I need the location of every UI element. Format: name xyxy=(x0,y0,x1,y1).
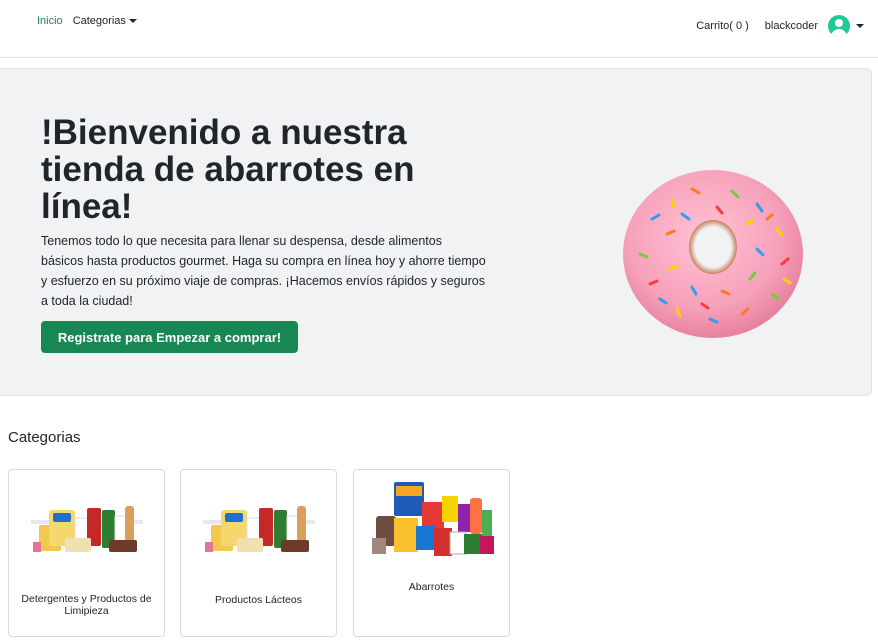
hero-banner: !Bienvenido a nuestra tienda de abarrote… xyxy=(0,68,872,396)
dairy-products-image xyxy=(203,506,315,552)
category-label: Abarrotes xyxy=(408,581,455,593)
category-label: Productos Lácteos xyxy=(215,594,302,606)
chevron-down-icon xyxy=(128,19,137,23)
nav-right: Carrito( 0 ) blackcoder xyxy=(696,15,864,37)
categories-title: Categorias xyxy=(8,429,81,446)
groceries-image xyxy=(372,482,494,556)
nav-left: Inicio Categorias xyxy=(37,15,137,27)
user-avatar-icon[interactable] xyxy=(828,15,850,37)
donut-image xyxy=(623,170,803,338)
dairy-products-image xyxy=(31,506,143,552)
register-button[interactable]: Registrate para Empezar a comprar! xyxy=(41,321,298,353)
category-label: Detergentes y Productos de Limipieza xyxy=(21,593,152,617)
nav-categories-dropdown[interactable]: Categorias xyxy=(73,15,137,27)
nav-categories-label: Categorias xyxy=(72,15,126,27)
user-menu-chevron-icon[interactable] xyxy=(856,24,864,28)
category-card[interactable]: Abarrotes xyxy=(353,469,510,637)
user-name[interactable]: blackcoder xyxy=(765,20,818,32)
navbar: Inicio Categorias Carrito( 0 ) blackcode… xyxy=(0,0,878,58)
category-card[interactable]: Detergentes y Productos de Limipieza xyxy=(8,469,165,637)
cart-link[interactable]: Carrito( 0 ) xyxy=(696,20,749,32)
hero-description: Tenemos todo lo que necesita para llenar… xyxy=(41,234,486,308)
nav-home-link[interactable]: Inicio xyxy=(37,15,63,27)
category-card[interactable]: Productos Lácteos xyxy=(180,469,337,637)
hero-title: !Bienvenido a nuestra tienda de abarrote… xyxy=(41,113,415,226)
